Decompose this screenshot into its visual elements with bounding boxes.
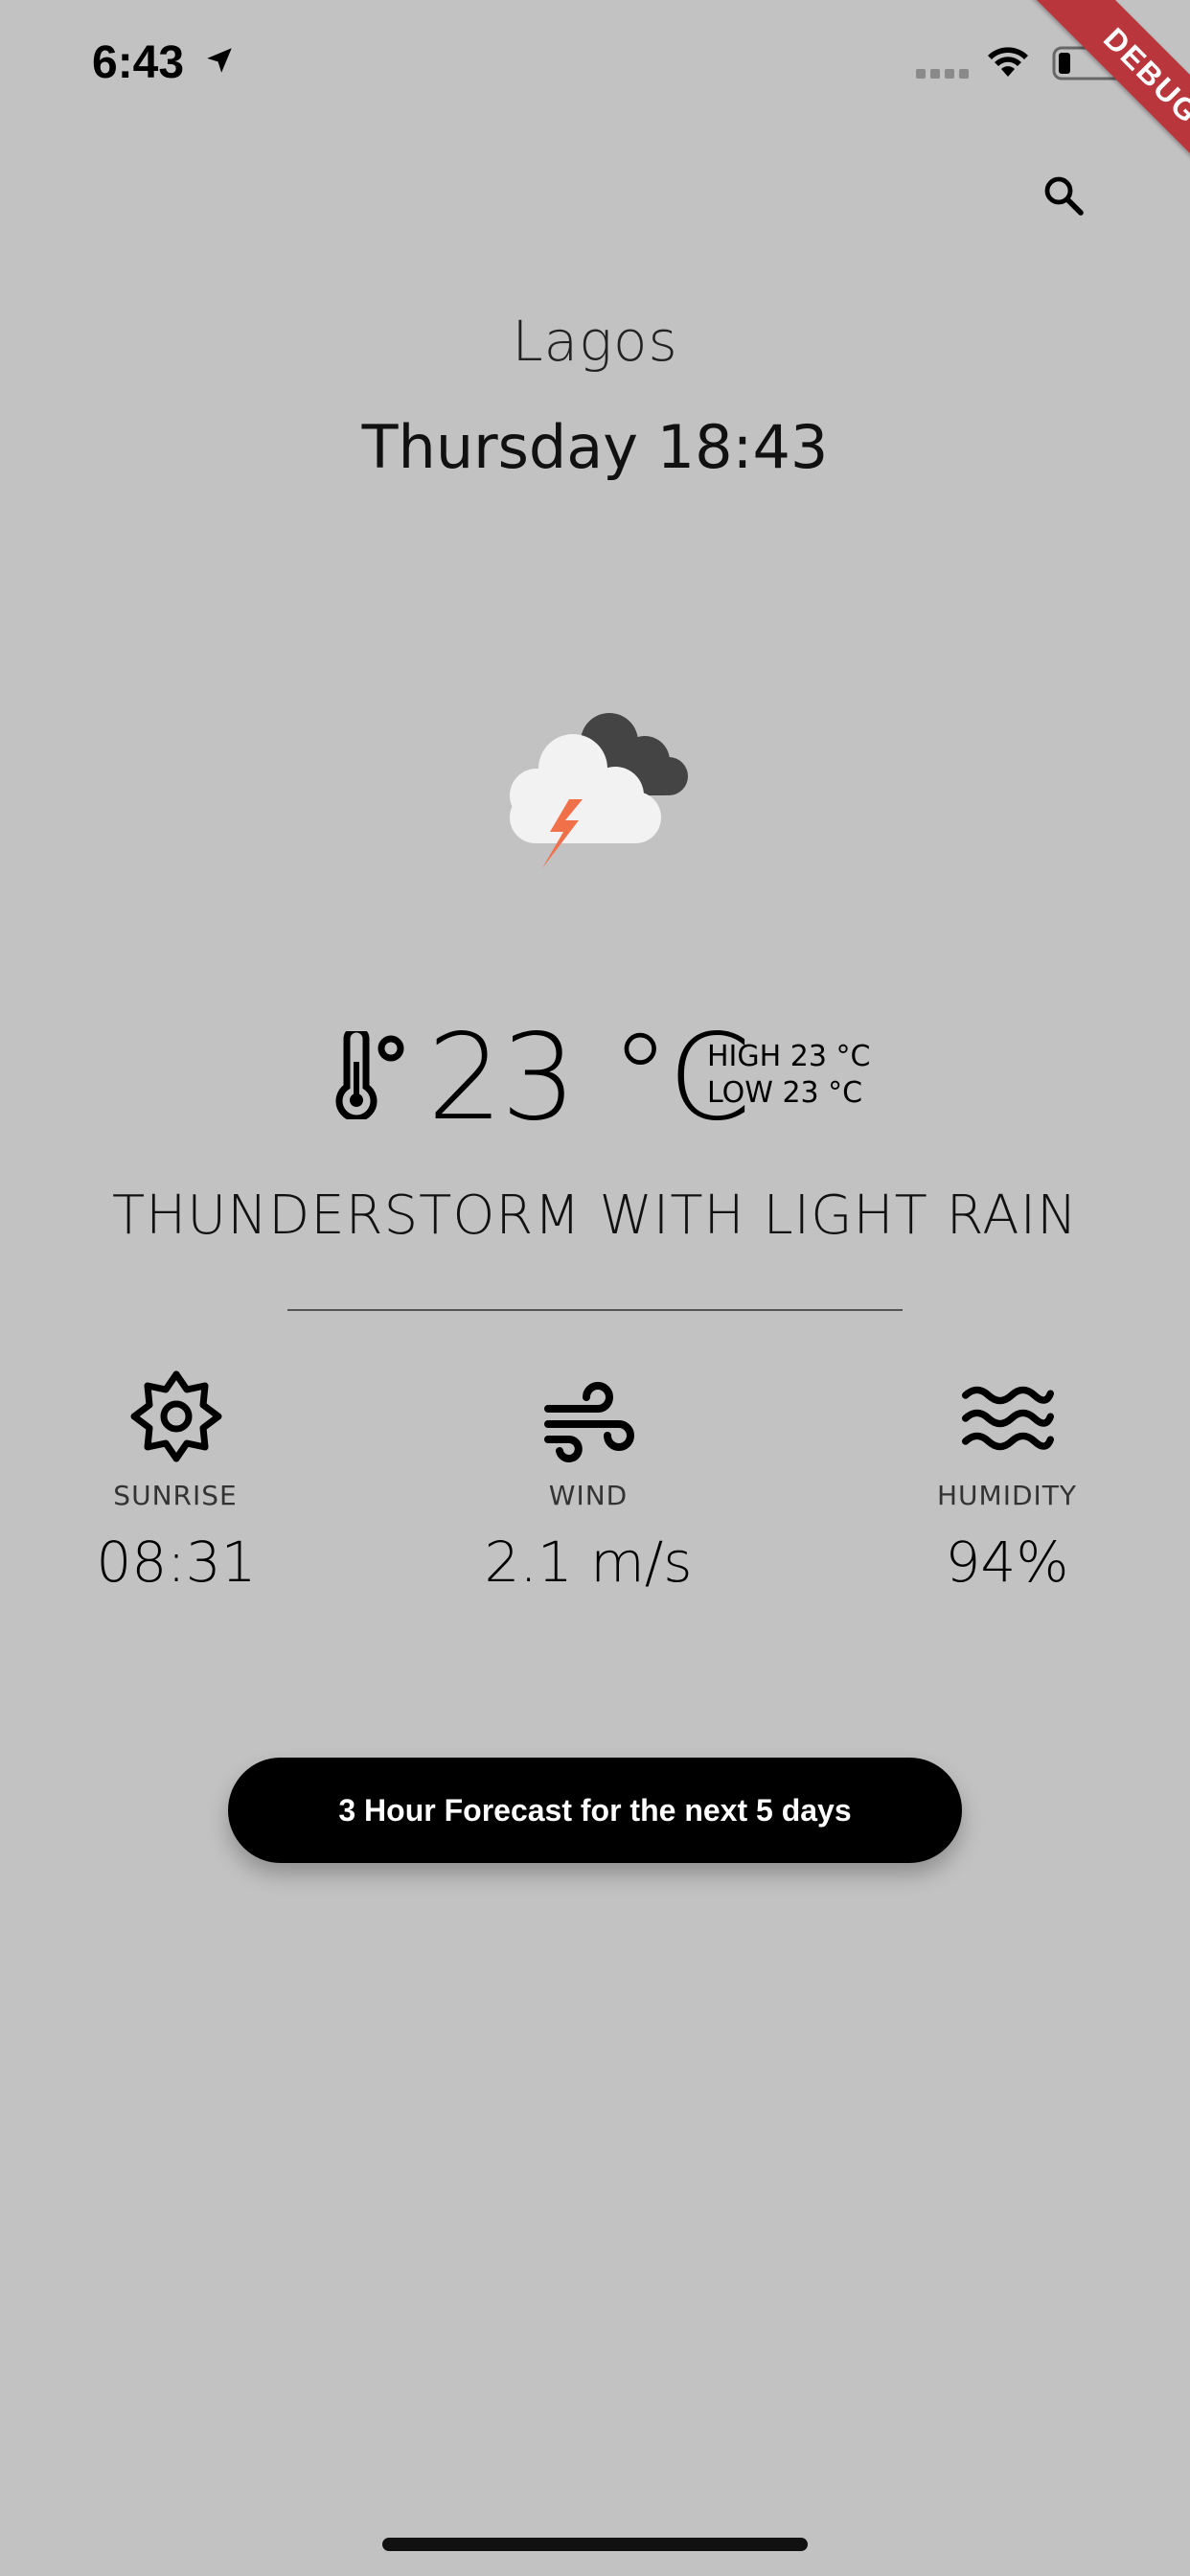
waves-icon	[962, 1386, 1054, 1451]
search-icon	[1044, 176, 1084, 216]
sunrise-value: 08:31	[96, 1530, 257, 1595]
current-temperature: 23 °C	[427, 1009, 751, 1147]
thunderstorm-cloud-icon	[510, 713, 688, 868]
wind-icon	[544, 1382, 634, 1462]
wind-label: WIND	[548, 1480, 629, 1511]
current-datetime: Thursday 18:43	[361, 412, 829, 482]
high-temperature: HIGH 23 °C	[707, 1040, 871, 1073]
humidity-label: HUMIDITY	[937, 1480, 1077, 1511]
status-time: 6:43	[92, 37, 185, 88]
city-name: Lagos	[512, 309, 678, 374]
sun-gear-icon	[130, 1370, 222, 1462]
home-indicator	[382, 2538, 808, 2551]
humidity-value: 94%	[945, 1530, 1069, 1595]
weather-description: THUNDERSTORM WITH LIGHT RAIN	[111, 1184, 1079, 1247]
cellular-signal-icon	[916, 69, 969, 79]
location-arrow-icon	[207, 48, 232, 73]
search-button[interactable]	[1031, 163, 1096, 228]
low-temperature: LOW 23 °C	[707, 1076, 863, 1110]
wind-value: 2.1 m/s	[484, 1530, 693, 1595]
divider	[287, 1309, 903, 1311]
thermometer-icon	[335, 1031, 404, 1119]
sunrise-label: SUNRISE	[113, 1480, 238, 1511]
forecast-button[interactable]: 3 Hour Forecast for the next 5 days	[228, 1758, 962, 1863]
